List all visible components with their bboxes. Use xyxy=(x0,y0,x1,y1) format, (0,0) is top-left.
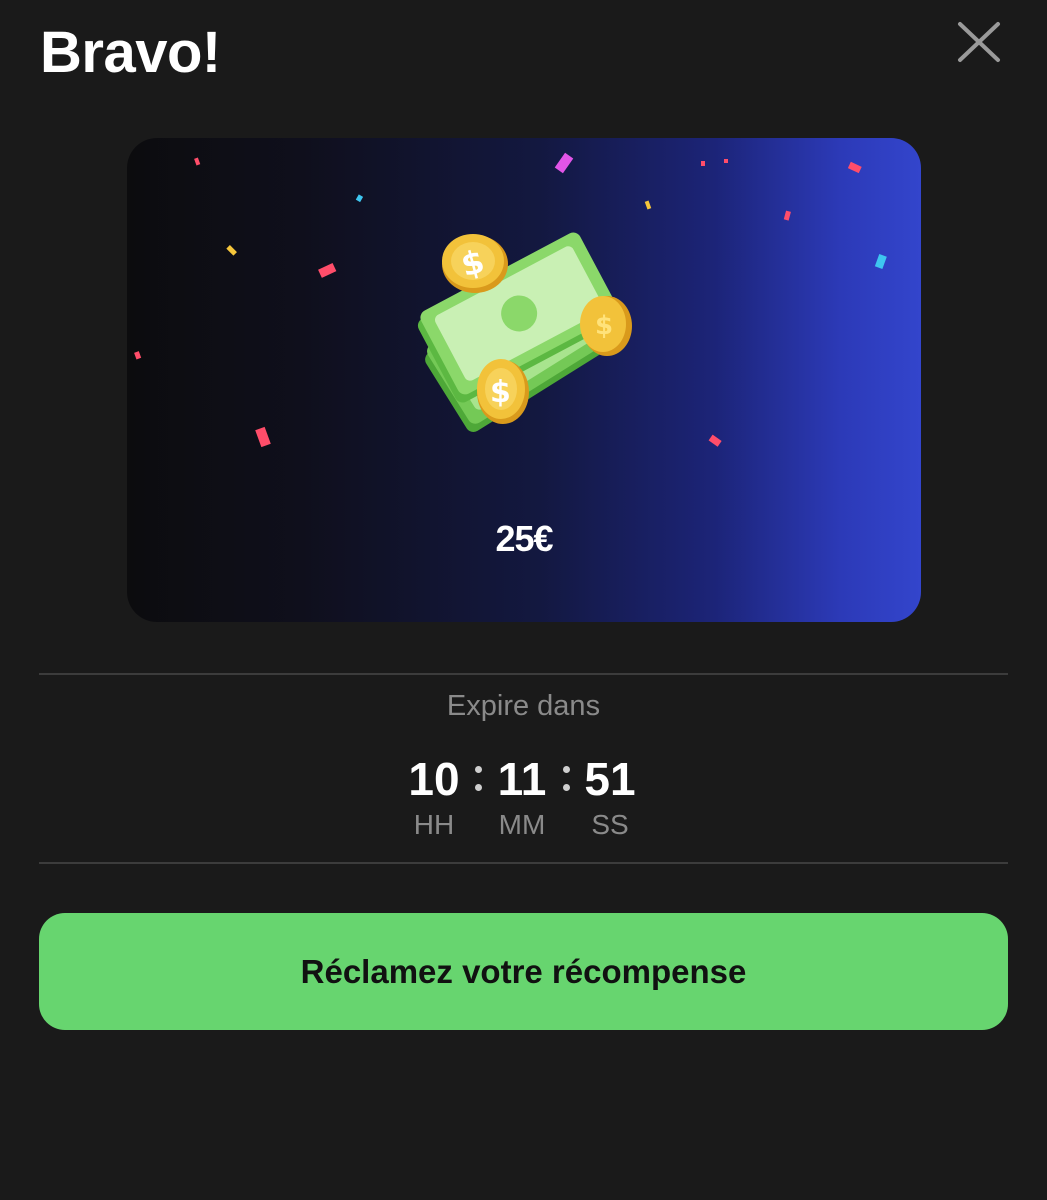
hours-label: HH xyxy=(413,809,455,840)
hours-value: 10 xyxy=(408,753,460,805)
close-button[interactable] xyxy=(952,16,1006,70)
minutes-value: 11 xyxy=(497,753,547,805)
timer-hours: 10 HH xyxy=(389,752,479,842)
timer-minutes: 11 MM xyxy=(477,752,567,842)
expire-label: Expire dans xyxy=(446,690,601,722)
claim-reward-button[interactable]: Réclamez votre récompense xyxy=(39,913,1008,1030)
divider xyxy=(39,862,1008,864)
seconds-label: SS xyxy=(591,809,629,840)
close-icon xyxy=(958,22,1000,62)
svg-text:$: $ xyxy=(595,311,613,341)
timer-seconds: 51 SS xyxy=(565,752,655,842)
countdown-timer: 10 HH 11 MM 51 SS xyxy=(0,752,1047,852)
page-title: Bravo! xyxy=(40,20,221,85)
minutes-label: MM xyxy=(498,809,546,840)
divider xyxy=(39,673,1008,675)
seconds-value: 51 xyxy=(584,753,636,805)
reward-amount: 25€ xyxy=(495,518,553,559)
cash-and-coins-icon: $ $ $ xyxy=(417,232,632,433)
reward-card: $ $ $ 25€ xyxy=(127,138,921,622)
svg-text:$: $ xyxy=(490,375,511,410)
